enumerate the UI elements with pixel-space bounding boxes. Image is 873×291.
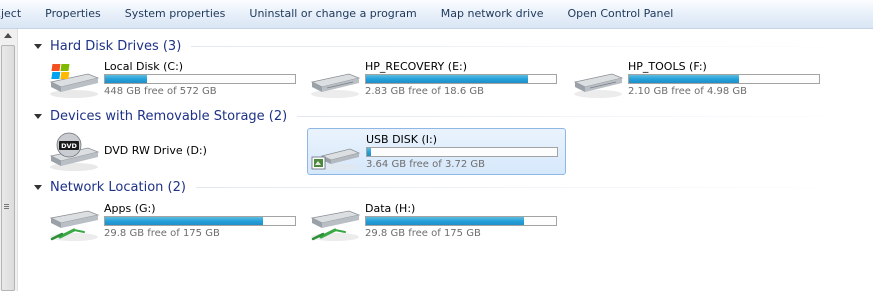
- drive-usage-fill: [366, 217, 524, 225]
- group-title: Hard Disk Drives (3): [50, 38, 182, 54]
- drive-usage-fill: [105, 217, 263, 225]
- group-title: Devices with Removable Storage (2): [50, 108, 288, 124]
- eject-button[interactable]: Eject: [0, 2, 33, 26]
- drive-name: Data (H:): [365, 202, 416, 215]
- drive-item-i[interactable]: USB DISK (I:) 3.64 GB free of 3.72 GB: [307, 128, 566, 175]
- drive-name: HP_TOOLS (F:): [628, 60, 707, 73]
- group-header-hard-disk-drives[interactable]: Hard Disk Drives (3): [34, 37, 864, 55]
- group-title: Network Location (2): [50, 179, 186, 195]
- command-bar: Eject Properties System properties Unins…: [0, 0, 873, 29]
- drive-item-g[interactable]: Apps (G:) 29.8 GB free of 175 GB: [48, 202, 300, 242]
- drive-usage-bar: [628, 74, 820, 84]
- drive-free-space: 3.64 GB free of 3.72 GB: [366, 159, 485, 170]
- uninstall-program-button[interactable]: Uninstall or change a program: [237, 2, 428, 26]
- collapse-arrow-icon[interactable]: [34, 43, 42, 49]
- drive-usage-bar: [365, 74, 557, 84]
- vertical-scrollbar[interactable]: [0, 29, 18, 291]
- drive-item-f[interactable]: HP_TOOLS (F:) 2.10 GB free of 4.98 GB: [572, 60, 824, 100]
- network-drive-icon: [310, 210, 361, 241]
- drive-name: DVD RW Drive (D:): [104, 144, 207, 157]
- dvd-drive-icon: DVD: [49, 132, 100, 171]
- drive-free-space: 2.10 GB free of 4.98 GB: [628, 86, 747, 97]
- hard-drive-icon: [310, 73, 361, 98]
- dvd-logo-text: DVD: [61, 142, 77, 150]
- group-divider: [191, 45, 864, 47]
- drive-item-e[interactable]: HP_RECOVERY (E:) 2.83 GB free of 18.6 GB: [309, 60, 561, 100]
- drive-usage-bar: [104, 216, 296, 226]
- drive-name: Apps (G:): [104, 202, 156, 215]
- drive-item-c[interactable]: Local Disk (C:) 448 GB free of 572 GB: [48, 60, 300, 100]
- group-header-removable-storage[interactable]: Devices with Removable Storage (2): [34, 107, 864, 125]
- drive-item-h[interactable]: Data (H:) 29.8 GB free of 175 GB: [309, 202, 561, 242]
- group-divider: [195, 186, 864, 188]
- hard-drive-icon: [573, 73, 624, 98]
- drive-name: USB DISK (I:): [366, 133, 438, 146]
- drive-free-space: 2.83 GB free of 18.6 GB: [365, 86, 484, 97]
- usb-drive-icon: [311, 148, 361, 171]
- drive-item-d[interactable]: DVD DVD RW Drive (D:): [48, 132, 300, 172]
- properties-button[interactable]: Properties: [33, 2, 113, 26]
- collapse-arrow-icon[interactable]: [34, 184, 42, 190]
- group-header-network-location[interactable]: Network Location (2): [34, 178, 864, 196]
- collapse-arrow-icon[interactable]: [34, 113, 42, 119]
- drive-name: HP_RECOVERY (E:): [365, 60, 468, 73]
- drive-free-space: 29.8 GB free of 175 GB: [104, 228, 220, 239]
- open-control-panel-button[interactable]: Open Control Panel: [555, 2, 685, 26]
- drive-usage-bar: [104, 74, 296, 84]
- system-properties-button[interactable]: System properties: [113, 2, 238, 26]
- group-divider: [297, 115, 864, 117]
- drive-usage-fill: [629, 75, 740, 83]
- drive-usage-fill: [367, 148, 371, 156]
- drive-usage-fill: [366, 75, 528, 83]
- map-network-drive-button[interactable]: Map network drive: [429, 2, 556, 26]
- drive-name: Local Disk (C:): [104, 60, 184, 73]
- network-drive-icon: [49, 210, 100, 241]
- scrollbar-grip-icon: [4, 204, 9, 205]
- drive-free-space: 29.8 GB free of 175 GB: [365, 228, 481, 239]
- drive-free-space: 448 GB free of 572 GB: [104, 86, 217, 97]
- scroll-up-arrow-icon[interactable]: [4, 33, 12, 38]
- drive-usage-fill: [105, 75, 147, 83]
- scrollbar-thumb[interactable]: [1, 45, 15, 291]
- windows-hard-drive-icon: [49, 64, 100, 98]
- drive-usage-bar: [366, 147, 558, 157]
- drive-usage-bar: [365, 216, 557, 226]
